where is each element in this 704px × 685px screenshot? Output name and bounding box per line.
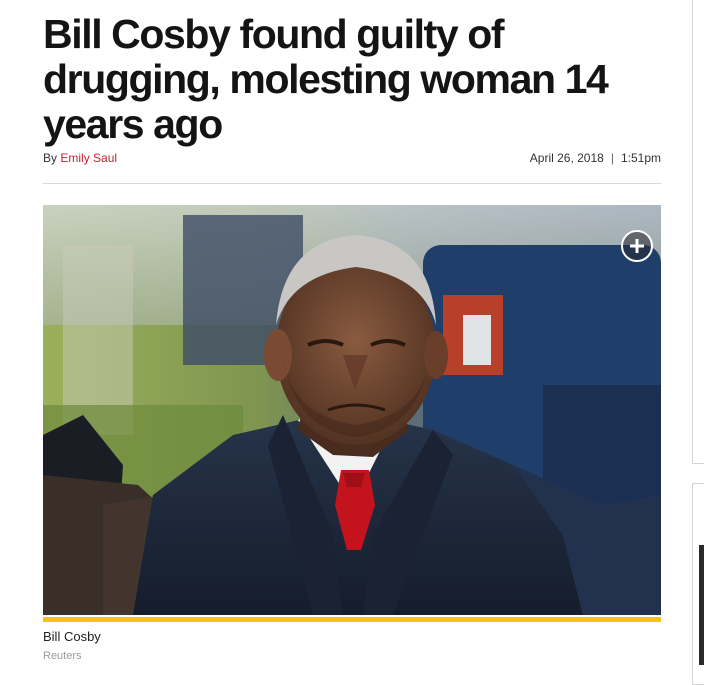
author-link[interactable]: Emily Saul xyxy=(60,151,117,165)
sidebar-image-edge xyxy=(699,545,704,665)
hero-image[interactable] xyxy=(43,205,661,615)
byline-prefix: By xyxy=(43,151,58,165)
byline: By Emily Saul xyxy=(43,151,117,165)
image-credit: Reuters xyxy=(43,650,82,662)
header-divider xyxy=(43,183,661,184)
sidebar-panel-top xyxy=(692,0,704,464)
caption-accent-bar xyxy=(43,617,661,622)
expand-image-button[interactable] xyxy=(621,230,653,262)
publish-date: April 26, 2018 xyxy=(529,151,604,165)
dateline: April 26, 2018 | 1:51pm xyxy=(530,151,661,165)
publish-time: 1:51pm xyxy=(620,151,661,165)
date-separator: | xyxy=(610,151,614,165)
article-headline: Bill Cosby found guilty of drugging, mol… xyxy=(43,11,609,147)
image-caption: Bill Cosby xyxy=(43,629,101,644)
